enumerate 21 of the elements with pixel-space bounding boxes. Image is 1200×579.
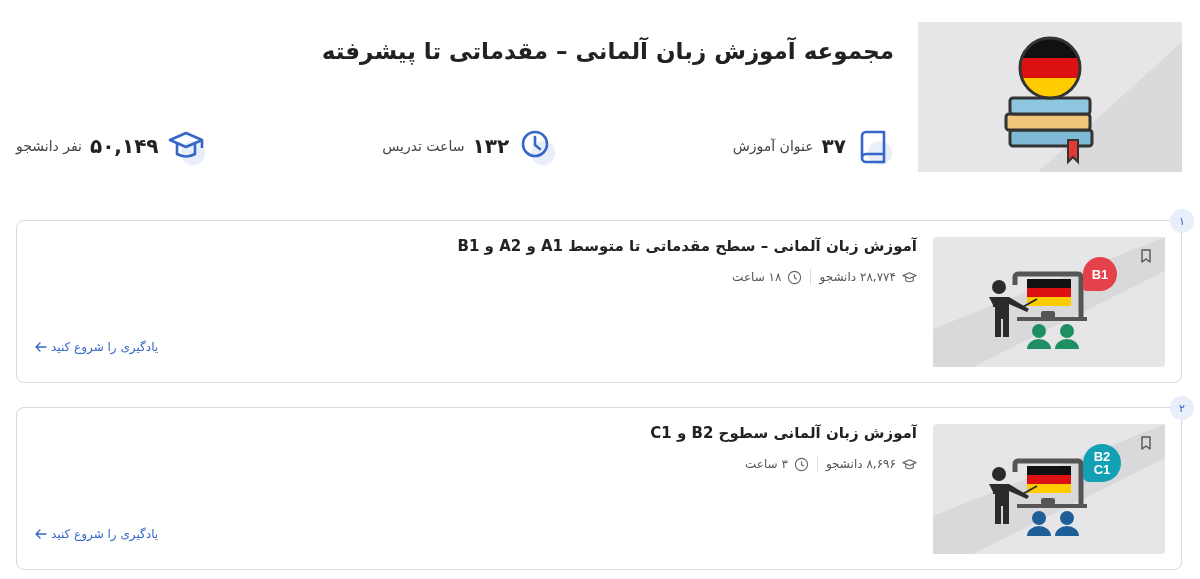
clock-icon xyxy=(793,456,809,472)
stat-value: ۵۰,۱۴۹ xyxy=(89,134,159,158)
course-number: ۱ xyxy=(1170,209,1194,233)
collection-title: مجموعه آموزش زبان آلمانی – مقدماتی تا پیشرفته xyxy=(320,38,894,64)
course-number: ۲ xyxy=(1170,396,1194,420)
student-count: ۲۸,۷۷۴ دانشجو xyxy=(819,270,896,284)
student-count: ۸,۶۹۶ دانشجو xyxy=(825,457,896,471)
course-title[interactable]: آموزش زبان آلمانی – سطح مقدماتی تا متوسط A1 و A2 و B1 xyxy=(35,237,917,255)
course-duration: ۱۸ ساعت xyxy=(732,270,782,284)
stat-label: عنوان آموزش xyxy=(732,138,814,154)
course-title[interactable]: آموزش زبان آلمانی سطوح B2 و C1 xyxy=(35,424,917,442)
graduation-cap-icon xyxy=(902,456,917,472)
arrow-left-icon xyxy=(35,529,47,539)
stat-value: ۳۷ xyxy=(821,134,846,158)
course-duration: ۳ ساعت xyxy=(745,457,788,471)
graduation-cap-icon xyxy=(902,269,917,285)
clock-icon xyxy=(787,269,803,285)
arrow-left-icon xyxy=(35,342,47,352)
stat-label: نفر دانشجو xyxy=(16,138,82,154)
stat-label: ساعت تدریس xyxy=(382,138,465,154)
stat-value: ۱۳۲ xyxy=(472,134,510,158)
